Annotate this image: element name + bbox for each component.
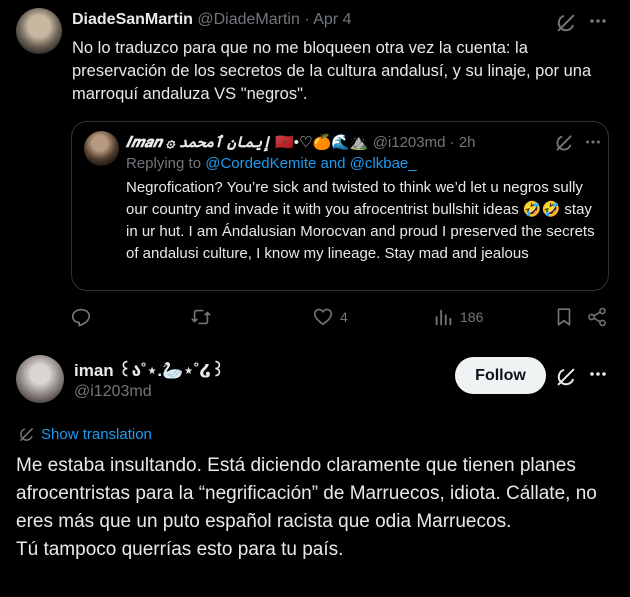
translate-icon [20,428,33,441]
grok-icon[interactable] [555,366,577,393]
tweet-paragraph: Me estaba insultando. Está diciendo clar… [16,455,597,532]
author-handle[interactable]: @i1203md [74,383,152,401]
tweet-header: DiadeSanMartin @DiadeMartin · Apr 4 [72,11,351,29]
author-handle[interactable]: @DiadeMartin [197,11,300,28]
more-icon[interactable] [584,132,602,157]
quoted-avatar[interactable] [84,131,119,166]
more-icon[interactable] [588,364,608,389]
tweet-date[interactable]: Apr 4 [313,11,351,28]
tweet-text: No lo traduzco para que no me bloqueen o… [72,39,592,103]
retweet-icon [191,309,211,325]
replying-to-label: Replying to [126,155,202,172]
like-count: 4 [340,309,348,325]
views-button[interactable]: 186 [432,306,483,328]
quoted-text: Negrofication? You’re sick and twisted t… [126,179,595,262]
tweet[interactable]: DiadeSanMartin @DiadeMartin · Apr 4 No l… [0,0,630,340]
quoted-author-name[interactable]: 𝑰𝒎𝒂𝒏 ۞ إيمان ٱمحمد [126,134,271,151]
quoted-header: 𝑰𝒎𝒂𝒏 ۞ إيمان ٱمحمد 🇲🇦•♡🍊🌊⛰️ @i1203md · 2… [126,133,476,151]
more-icon[interactable] [588,11,608,36]
share-icon [588,307,606,327]
follow-button[interactable]: Follow [455,357,546,394]
view-count: 186 [460,309,484,325]
bookmark-icon [557,308,571,326]
heart-icon [313,308,333,326]
grok-icon[interactable] [555,12,577,39]
tweet-paragraph: Tú tampoco querrías esto para tu país. [16,539,344,560]
show-translation[interactable]: Show translation [18,426,152,443]
tweet-text: Me estaba insultando. Está diciendo clar… [16,452,616,564]
replying-to: Replying to @CordedKemite and @clkbae_ [126,155,417,172]
separator: · [304,11,310,28]
quoted-tweet[interactable]: 𝑰𝒎𝒂𝒏 ۞ إيمان ٱمحمد 🇲🇦•♡🍊🌊⛰️ @i1203md · 2… [71,121,609,291]
avatar[interactable] [16,8,62,54]
author-name[interactable]: iman ꒰ა˚⋆.🦢⋆˚໒꒱ [74,359,225,381]
author-name[interactable]: DiadeSanMartin [72,11,193,28]
share-button[interactable] [586,306,608,328]
tweet-actions: 4 186 [70,306,615,332]
quoted-handle[interactable]: @i1203md [373,134,446,151]
quoted-time[interactable]: · 2h [450,134,476,151]
quoted-author-emojis: 🇲🇦•♡🍊🌊⛰️ [275,134,369,151]
like-button[interactable]: 4 [312,306,348,328]
replying-to-users[interactable]: @CordedKemite and @clkbae_ [205,155,416,172]
reply-icon [71,308,91,327]
retweet-button[interactable] [190,306,212,328]
avatar[interactable] [16,355,64,403]
views-icon [435,309,452,326]
grok-icon[interactable] [554,133,574,158]
reply-button[interactable] [70,306,92,328]
show-translation-label[interactable]: Show translation [41,426,152,443]
bookmark-button[interactable] [553,306,575,328]
